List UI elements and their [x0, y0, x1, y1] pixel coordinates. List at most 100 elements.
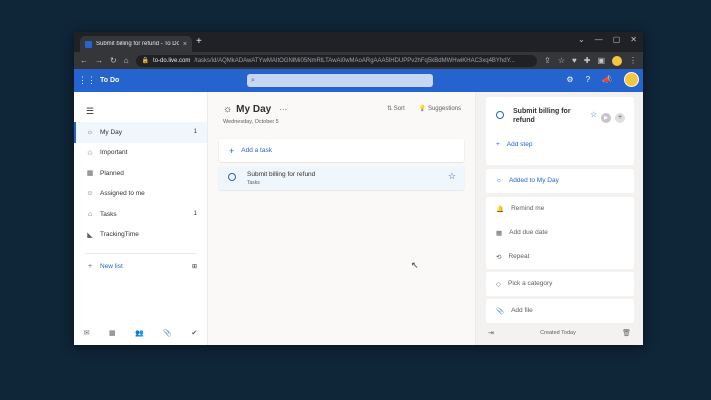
settings-icon[interactable]: ⚙ — [566, 75, 573, 84]
app-content: ☰ ☼ My Day 1 ☆ Important ▦ Planned ☺ Ass… — [74, 92, 643, 345]
chevron-down-icon[interactable]: ⌄ — [578, 35, 585, 44]
play-icon[interactable]: ▶ — [601, 113, 611, 123]
hide-pane-icon[interactable]: ⇥ — [488, 329, 494, 337]
complete-checkbox[interactable] — [496, 111, 504, 119]
add-task-input[interactable]: + Add a task — [219, 139, 464, 162]
task-name: Submit billing for refund — [247, 171, 316, 178]
sidebar-item-count: 1 — [193, 129, 197, 136]
star-icon[interactable]: ☆ — [590, 110, 597, 119]
back-icon[interactable]: ← — [80, 56, 88, 65]
help-icon[interactable]: ? — [586, 75, 590, 84]
sidebar-item-planned[interactable]: ▦ Planned — [74, 163, 207, 184]
list-tools: ⇅ Sort 💡 Suggestions — [387, 105, 461, 112]
share-icon[interactable]: ⇪ — [544, 56, 551, 65]
star-icon[interactable]: ☆ — [448, 171, 456, 182]
date-label: Wednesday, October 5 — [223, 119, 279, 125]
puzzle-icon[interactable]: ✚ — [584, 56, 591, 65]
add-file-button[interactable]: 📎 Add file — [496, 307, 634, 315]
sidebar-item-tasks[interactable]: ⌂ Tasks 1 — [74, 204, 207, 225]
window-controls: ⌄ — ▢ ✕ — [578, 35, 637, 44]
plus-icon[interactable]: + — [615, 113, 625, 123]
new-tab-button[interactable]: + — [196, 36, 202, 48]
created-label: Created Today — [540, 330, 576, 336]
suggestions-button[interactable]: 💡 Suggestions — [419, 105, 461, 112]
attachment-icon: 📎 — [496, 308, 505, 315]
repeat-icon: ⟲ — [496, 254, 502, 261]
minimize-icon[interactable]: — — [595, 35, 603, 44]
add-task-label: Add a task — [241, 147, 272, 154]
mail-icon[interactable]: ✉ — [84, 329, 90, 337]
add-file-label: Add file — [511, 307, 533, 314]
sidepanel-icon[interactable]: ▣ — [597, 56, 605, 65]
detail-footer: ⇥ Created Today 🗑 — [476, 321, 643, 345]
sidebar-item-label: My Day — [100, 128, 123, 136]
pick-category-label: Pick a category — [508, 280, 553, 287]
sidebar-item-label: TrackingTime — [100, 231, 139, 239]
bookmark-icon[interactable]: ☆ — [558, 56, 565, 65]
calendar-icon[interactable]: ▦ — [109, 329, 116, 337]
more-options-icon[interactable]: ··· — [279, 105, 287, 114]
sidebar-item-assigned[interactable]: ☺ Assigned to me — [74, 184, 207, 205]
waffle-icon[interactable]: ⋮⋮ — [74, 75, 100, 86]
trash-icon[interactable]: 🗑 — [622, 329, 631, 337]
bell-icon: 🔔 — [496, 206, 505, 213]
tab-close-icon[interactable]: × — [183, 41, 187, 48]
sort-icon: ⇅ — [387, 106, 393, 112]
avatar[interactable] — [624, 72, 639, 87]
address-bar: ← → ↻ ⌂ 🔒 to-do.live.com/tasks/id/AQMkAD… — [74, 52, 643, 69]
task-list-name: Tasks — [247, 180, 260, 186]
remind-me-button[interactable]: 🔔 Remind me — [496, 205, 634, 213]
todo-check-icon[interactable]: ✔ — [191, 329, 197, 337]
home-icon[interactable]: ⌂ — [124, 56, 129, 65]
sun-icon: ☼ — [86, 128, 94, 136]
plus-icon: + — [229, 145, 235, 156]
task-list-pane: ☼ My Day ··· Wednesday, October 5 ⇅ Sort… — [208, 92, 475, 345]
sort-button[interactable]: ⇅ Sort — [387, 105, 405, 112]
add-due-date-button[interactable]: ▦ Add due date — [496, 229, 634, 237]
add-step-button[interactable]: + Add step — [496, 141, 634, 148]
people-icon[interactable]: 👥 — [135, 329, 144, 337]
pick-category-button[interactable]: ◇ Pick a category — [496, 280, 634, 288]
my-day-card[interactable]: ☼ Added to My Day — [486, 169, 634, 193]
profile-avatar[interactable] — [612, 55, 622, 66]
extension-icon[interactable]: ♥ — [572, 56, 577, 65]
forward-icon[interactable]: → — [95, 56, 103, 65]
megaphone-icon[interactable]: 📣 — [602, 75, 612, 84]
app-name[interactable]: To Do — [100, 77, 119, 84]
sidebar-item-label: Planned — [100, 169, 124, 177]
reload-icon[interactable]: ↻ — [110, 56, 117, 65]
sidebar: ☰ ☼ My Day 1 ☆ Important ▦ Planned ☺ Ass… — [74, 92, 208, 345]
repeat-button[interactable]: ⟲ Repeat — [496, 253, 634, 261]
maximize-icon[interactable]: ▢ — [613, 35, 621, 44]
browser-tab[interactable]: Submit billing for refund - To Do × — [80, 36, 192, 52]
detail-title[interactable]: Submit billing for refund — [513, 107, 587, 125]
sidebar-item-label: Tasks — [100, 210, 117, 218]
person-icon: ☺ — [86, 190, 94, 198]
page-title: My Day — [236, 104, 272, 115]
sidebar-item-important[interactable]: ☆ Important — [74, 143, 207, 164]
task-row[interactable]: Submit billing for refund Tasks ☆ — [219, 166, 464, 190]
hamburger-icon[interactable]: ☰ — [74, 92, 207, 122]
added-to-my-day[interactable]: ☼ Added to My Day — [496, 177, 634, 184]
complete-checkbox[interactable] — [228, 173, 236, 181]
sidebar-item-my-day[interactable]: ☼ My Day 1 — [74, 122, 207, 143]
task-detail-pane: Submit billing for refund ☆ ▶ + + Add st… — [475, 92, 643, 345]
add-due-date-label: Add due date — [509, 229, 548, 236]
header-actions: ⚙ ? 📣 — [566, 72, 639, 87]
close-icon[interactable]: ✕ — [630, 35, 637, 44]
added-to-my-day-label: Added to My Day — [508, 177, 559, 184]
reminder-card: 🔔 Remind me ▦ Add due date ⟲ Repeat — [486, 197, 634, 269]
url-input[interactable]: 🔒 to-do.live.com/tasks/id/AQMkADAwATYwMA… — [135, 54, 538, 67]
search-input[interactable]: ⌕ — [247, 74, 433, 87]
new-list-button[interactable]: + New list ⊞ — [74, 256, 207, 277]
attachment-icon[interactable]: 📎 — [163, 329, 172, 337]
search-icon: ⌕ — [251, 76, 255, 84]
mouse-cursor-icon: ↖ — [411, 260, 419, 270]
new-group-icon[interactable]: ⊞ — [192, 263, 197, 270]
file-card[interactable]: 📎 Add file — [486, 299, 634, 323]
sidebar-item-trackingtime[interactable]: ◣ TrackingTime — [74, 225, 207, 246]
category-card[interactable]: ◇ Pick a category — [486, 272, 634, 296]
browser-window: Submit billing for refund - To Do × + ⌄ … — [74, 32, 643, 345]
lock-icon: 🔒 — [141, 58, 150, 64]
menu-icon[interactable]: ⋮ — [629, 56, 637, 65]
